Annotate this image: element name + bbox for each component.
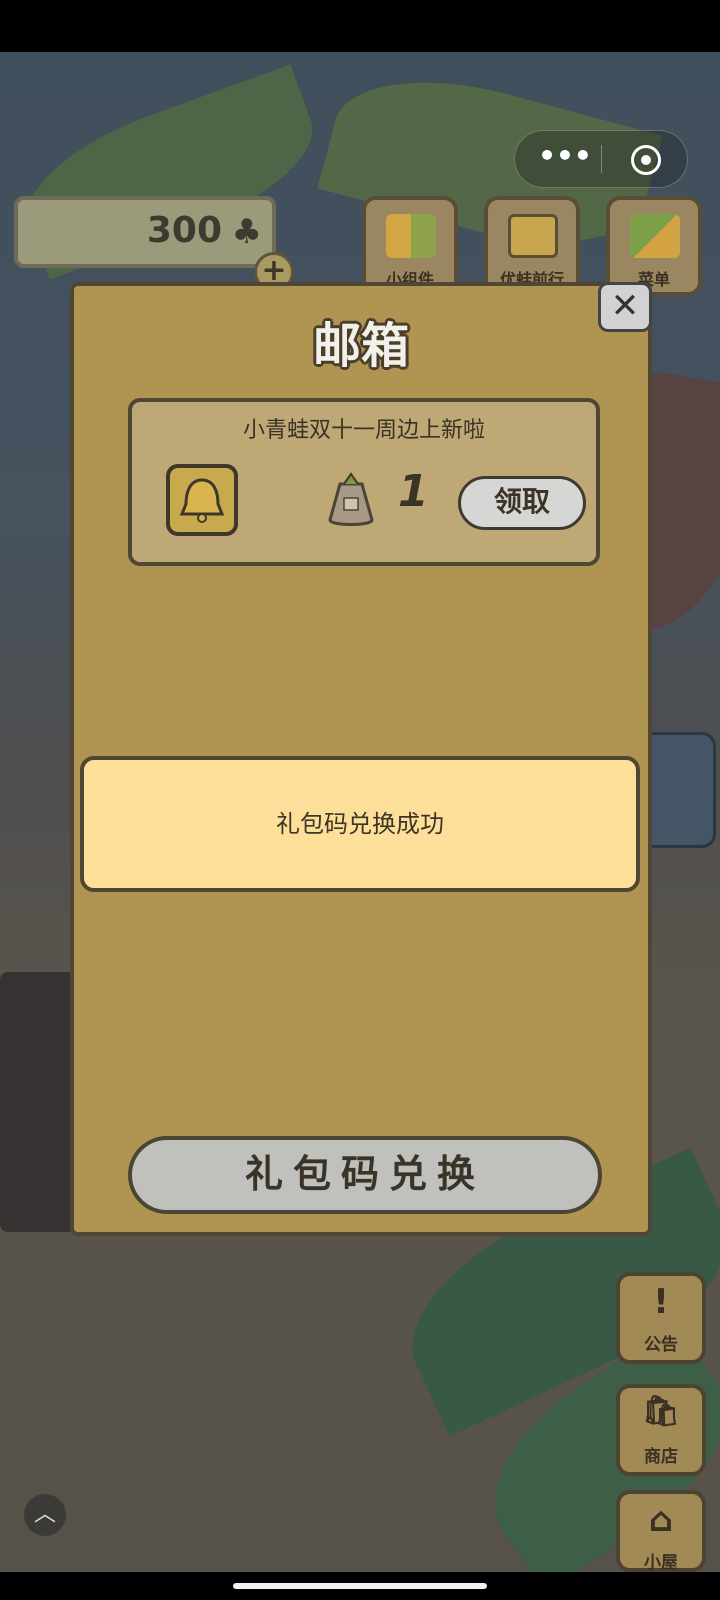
exclamation-icon: ! <box>653 1282 669 1322</box>
house-icon: ⌂ <box>648 1500 674 1540</box>
shop-label: 商店 <box>644 1447 678 1467</box>
mail-subject: 小青蛙双十一周边上新啦 <box>242 418 485 443</box>
album-button[interactable]: 优蛙前行 <box>484 196 580 296</box>
announcement-button[interactable]: ! 公告 <box>616 1272 706 1364</box>
shop-button[interactable]: 🛍 商店 <box>616 1384 706 1476</box>
announcement-label: 公告 <box>644 1335 678 1355</box>
scroll-up-button[interactable]: ︿ <box>24 1494 66 1536</box>
home-indicator[interactable] <box>233 1583 487 1589</box>
mail-item: 小青蛙双十一周边上新啦 1 领取 <box>128 398 600 566</box>
house-label: 小屋 <box>644 1553 678 1573</box>
close-icon[interactable]: ✕ <box>598 282 652 332</box>
seed-bag-icon <box>328 472 374 526</box>
clover-icon: ♣ <box>231 212 262 252</box>
house-button[interactable]: ⌂ 小屋 <box>616 1490 706 1573</box>
menu-icon <box>630 214 680 258</box>
menu-button[interactable]: 菜单 <box>606 196 702 296</box>
more-dots-icon[interactable]: ••• <box>537 131 593 187</box>
bell-icon <box>179 478 225 523</box>
redeem-code-button[interactable]: 礼包码兑换 <box>128 1136 602 1214</box>
album-icon <box>508 214 558 258</box>
mail-attachment <box>166 464 238 536</box>
mini-program-capsule: ••• <box>514 130 688 188</box>
clover-count: 300 <box>146 210 222 251</box>
shop-bags-icon: 🛍 <box>641 1394 681 1429</box>
claim-button[interactable]: 领取 <box>458 476 586 530</box>
toast-message: 礼包码兑换成功 <box>80 756 640 892</box>
clover-balance: 300 ♣ <box>14 196 276 268</box>
widget-icon <box>386 214 436 258</box>
mailbox-title: 邮箱 <box>312 318 409 374</box>
target-circle-icon[interactable] <box>631 145 661 175</box>
reward-count: 1 <box>398 466 429 517</box>
widget-button[interactable]: 小组件 <box>362 196 458 296</box>
capsule-divider <box>601 145 602 173</box>
